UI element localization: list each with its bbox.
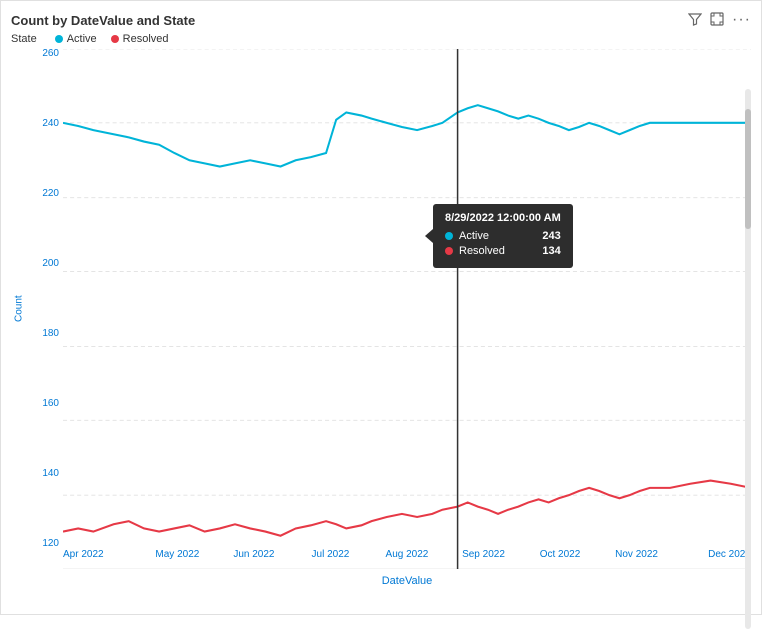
expand-icon[interactable] <box>710 12 724 29</box>
y-tick-240: 240 <box>27 119 59 129</box>
y-axis: 260 240 220 200 180 160 140 120 <box>27 49 63 569</box>
x-tick-dec: Dec 2022 <box>675 549 751 560</box>
legend-prefix: State <box>11 33 37 45</box>
x-tick-apr: Apr 2022 <box>63 549 139 560</box>
chart-area: Count 260 240 220 200 180 160 140 120 <box>11 49 751 569</box>
chart-legend: State Active Resolved <box>11 33 751 45</box>
x-tick-jun: Jun 2022 <box>216 549 292 560</box>
scrollbar[interactable] <box>745 89 751 629</box>
x-tick-aug: Aug 2022 <box>369 549 445 560</box>
filter-icon[interactable] <box>688 12 702 29</box>
more-options-icon[interactable]: ··· <box>732 11 751 29</box>
x-tick-sep: Sep 2022 <box>446 549 522 560</box>
chart-toolbar: ··· <box>688 11 751 29</box>
y-tick-120: 120 <box>27 539 59 549</box>
x-tick-jul: Jul 2022 <box>293 549 369 560</box>
y-tick-140: 140 <box>27 469 59 479</box>
y-tick-160: 160 <box>27 399 59 409</box>
x-axis-label: DateValue <box>382 575 433 587</box>
y-tick-220: 220 <box>27 189 59 199</box>
chart-container: Count by DateValue and State ··· State A… <box>0 0 762 615</box>
x-axis: Apr 2022 May 2022 Jun 2022 Jul 2022 Aug … <box>63 549 751 569</box>
resolved-dot <box>111 35 119 43</box>
x-tick-may: May 2022 <box>140 549 216 560</box>
x-tick-nov: Nov 2022 <box>599 549 675 560</box>
legend-item-resolved: Resolved <box>111 33 169 45</box>
active-dot <box>55 35 63 43</box>
legend-active-label: Active <box>67 33 97 45</box>
plot-area[interactable]: 8/29/2022 12:00:00 AM Active 243 Resolve… <box>63 49 751 569</box>
y-axis-label: Count <box>11 49 27 569</box>
scrollbar-thumb[interactable] <box>745 109 751 229</box>
active-line <box>63 105 751 166</box>
chart-title: Count by DateValue and State <box>11 13 195 28</box>
legend-item-active: Active <box>55 33 97 45</box>
y-tick-200: 200 <box>27 259 59 269</box>
legend-resolved-label: Resolved <box>123 33 169 45</box>
chart-svg <box>63 49 751 569</box>
chart-header: Count by DateValue and State ··· <box>11 11 751 29</box>
x-tick-oct: Oct 2022 <box>522 549 598 560</box>
y-tick-260: 260 <box>27 49 59 59</box>
resolved-line <box>63 481 751 536</box>
y-tick-180: 180 <box>27 329 59 339</box>
